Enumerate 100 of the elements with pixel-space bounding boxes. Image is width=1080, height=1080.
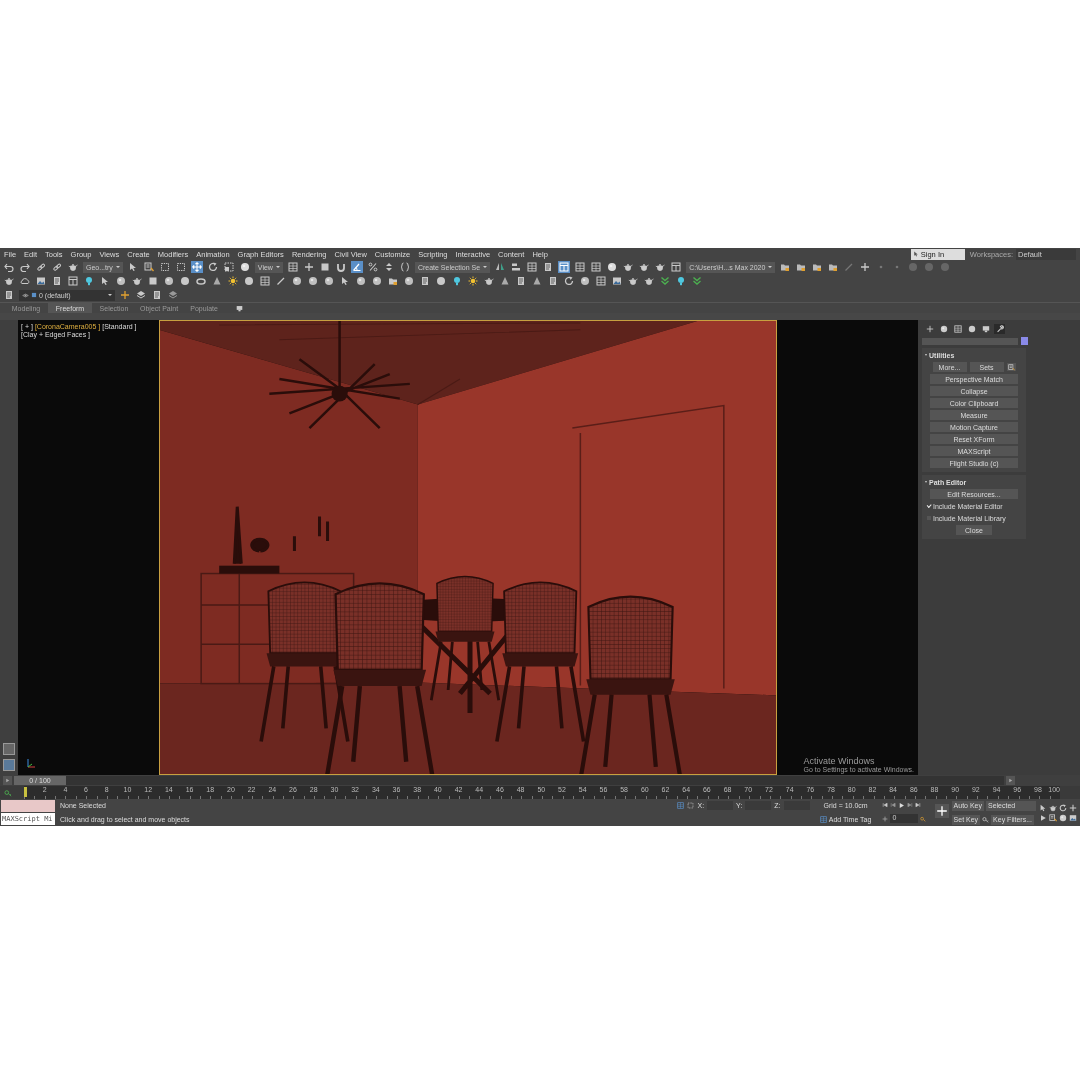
sphere-icon: [292, 276, 302, 286]
toolbar-button[interactable]: [638, 261, 651, 273]
name-field[interactable]: [922, 337, 1018, 345]
set-key-button[interactable]: [934, 804, 949, 818]
pen-icon: [276, 276, 286, 286]
eye-icon: [22, 291, 29, 299]
document-icon: [420, 276, 430, 286]
toolbar-button[interactable]: [3, 261, 15, 273]
torus-icon: [196, 276, 206, 286]
toolbar-button[interactable]: [238, 261, 251, 273]
toolbar-button[interactable]: [574, 261, 587, 273]
toolbar-button[interactable]: [222, 261, 235, 273]
bulb-icon: [676, 276, 686, 286]
plus-icon: [925, 325, 934, 333]
command-panel-tab[interactable]: [966, 324, 977, 334]
toolbar-button[interactable]: [526, 261, 539, 273]
command-panel-tab[interactable]: [924, 324, 935, 334]
configure-button[interactable]: [1006, 363, 1016, 371]
toolbar-button[interactable]: [286, 261, 299, 273]
rotate-icon: [207, 262, 218, 272]
toolbar-button[interactable]: [206, 261, 219, 273]
play-icon: [1039, 813, 1047, 822]
coordinate-field[interactable]: [707, 800, 734, 810]
toolbar-button[interactable]: [494, 261, 507, 273]
cross-icon: [120, 290, 130, 300]
teapot-icon: [644, 276, 654, 286]
panel-layout-icon: [559, 262, 570, 272]
image-icon: [1069, 813, 1077, 822]
toolbar-button[interactable]: [606, 261, 619, 273]
toolbar-button[interactable]: [670, 261, 683, 273]
toolbar-button[interactable]: [142, 261, 155, 273]
table-icon: [575, 262, 586, 272]
toolbar-button[interactable]: [158, 261, 171, 273]
axis-tripod-icon: [26, 757, 36, 769]
percent-icon: [367, 262, 378, 272]
previous-frame-button[interactable]: [3, 776, 12, 785]
key-icon: [982, 816, 990, 823]
sun-icon: [228, 276, 238, 286]
next-frame-button[interactable]: [1006, 776, 1015, 785]
command-panel-tab[interactable]: [952, 324, 963, 334]
command-panel-tab[interactable]: [980, 324, 991, 334]
link-icon: [36, 262, 46, 272]
toolbar-button[interactable]: [510, 261, 523, 273]
toolbar-button[interactable]: [622, 261, 635, 273]
list-icon: [1007, 363, 1015, 371]
toolbar-button[interactable]: [174, 261, 187, 273]
teapot-icon: [4, 276, 14, 286]
toolbar-button[interactable]: [302, 261, 315, 273]
teapot-icon: [628, 276, 638, 286]
listener-field[interactable]: [1, 800, 55, 812]
coordinate-field[interactable]: [783, 800, 810, 810]
cone-icon: [212, 276, 222, 286]
table-icon: [596, 276, 606, 286]
toolbar-button[interactable]: [558, 261, 571, 273]
panel-layout-icon: [671, 262, 682, 272]
command-panel-tab[interactable]: [994, 324, 1005, 334]
bulb-icon: [84, 276, 94, 286]
undo-icon: [4, 262, 14, 272]
document-icon: [548, 276, 558, 286]
sun-icon: [468, 276, 478, 286]
layers-icon: [168, 290, 178, 300]
toolbar-button[interactable]: [19, 261, 31, 273]
toolbar-button[interactable]: [35, 261, 47, 273]
color-swatch[interactable]: [1021, 337, 1028, 345]
circle-icon: [940, 262, 951, 272]
cursor-icon: [127, 262, 138, 272]
list-icon: [1049, 813, 1057, 822]
document-icon: [52, 276, 62, 286]
toolbar-button[interactable]: [67, 261, 79, 273]
coordinate-field[interactable]: [745, 800, 772, 810]
activation-title: Activate Windows: [803, 756, 876, 766]
toolbar-button[interactable]: [51, 261, 63, 273]
toolbar-button[interactable]: [590, 261, 603, 273]
teapot-icon: [132, 276, 142, 286]
align-icon: [511, 262, 522, 272]
teapot-icon: [68, 262, 78, 272]
wrench-icon: [995, 325, 1004, 333]
sphere-icon: [1059, 813, 1067, 822]
circle-icon: [244, 276, 254, 286]
play-icon: [897, 801, 905, 809]
square-icon: [319, 262, 330, 272]
document-icon: [543, 262, 554, 272]
scale-icon: [223, 262, 234, 272]
toolbar-button[interactable]: [350, 261, 363, 273]
sphere-icon: [116, 276, 126, 286]
cloud-icon: [20, 276, 30, 286]
toolbar-button[interactable]: [334, 261, 347, 273]
cursor-icon: [100, 276, 110, 286]
redo-icon: [20, 262, 30, 272]
toolbar-button[interactable]: [398, 261, 411, 273]
table-icon: [819, 815, 827, 823]
bulb-icon: [452, 276, 462, 286]
command-panel-tab[interactable]: [938, 324, 949, 334]
folder-icon: [812, 262, 823, 272]
toolbar-button[interactable]: [366, 261, 379, 273]
circle-icon: [967, 325, 976, 333]
toolbar-button[interactable]: [859, 261, 872, 273]
cursor-icon: [340, 276, 350, 286]
layers-icon: [136, 290, 146, 300]
toolbar-button[interactable]: [654, 261, 667, 273]
